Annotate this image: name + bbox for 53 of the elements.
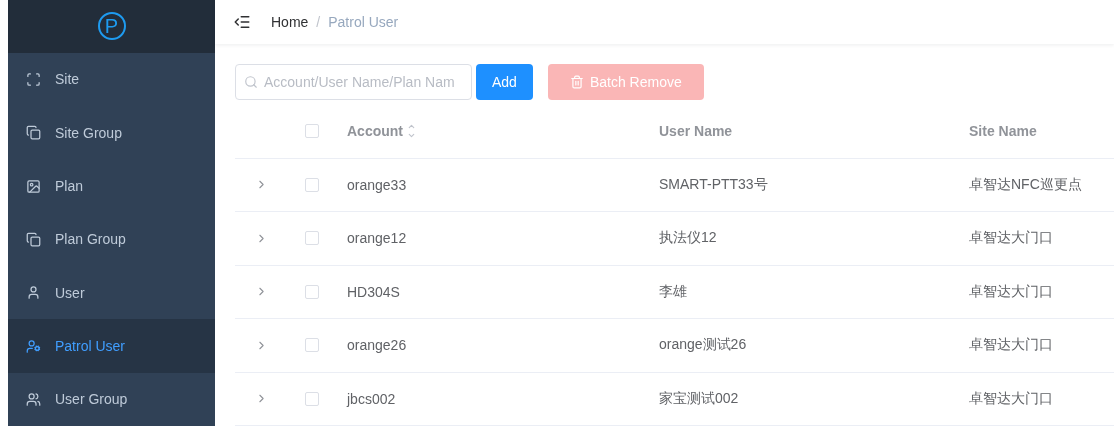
breadcrumb-item[interactable]: Home xyxy=(271,13,309,30)
table-cell-text: orange12 xyxy=(347,230,408,247)
sidebar-item-label: Site Group xyxy=(55,124,122,141)
table-cell-text: HD304S xyxy=(347,283,401,300)
add-button[interactable]: Add xyxy=(476,63,533,100)
checkbox[interactable] xyxy=(305,231,319,246)
table-cell-text: jbcs002 xyxy=(347,390,397,407)
sidebar-item[interactable]: Plan xyxy=(8,159,215,213)
table-cell-text: 卓智达大门口 xyxy=(969,282,1054,301)
copy-icon xyxy=(26,125,41,141)
table-cell-text: SMART-PTT33号 xyxy=(659,175,769,194)
table-cell-text: orange测试26 xyxy=(659,336,748,355)
sort-icon[interactable] xyxy=(407,122,416,140)
table-cell-text: orange26 xyxy=(347,337,408,354)
search-field[interactable]: Account/User Name/Plan Nam xyxy=(235,63,472,100)
user-gear-icon xyxy=(26,338,41,354)
table-cell-text: 执法仪12 xyxy=(659,229,718,248)
trash-icon xyxy=(569,74,584,89)
sidebar-item[interactable]: Plan Group xyxy=(8,212,215,267)
users-icon xyxy=(26,391,41,407)
logo: P xyxy=(97,12,126,41)
table-cell-text: 卓智达大门口 xyxy=(969,336,1054,355)
sidebar-item-label: Plan xyxy=(55,178,84,195)
breadcrumb-item: Patrol User xyxy=(328,13,399,30)
breadcrumb-separator: / xyxy=(316,13,321,30)
table-cell-text: 李雄 xyxy=(659,282,688,301)
sidebar-item[interactable]: Site Group xyxy=(8,106,215,160)
table-cell-text: 卓智达NFC巡更点 xyxy=(969,175,1083,194)
sidebar-item-label: Site xyxy=(55,71,80,88)
table-cell-text: 卓智达大门口 xyxy=(969,389,1054,408)
sidebar-item[interactable]: Patrol User xyxy=(8,319,215,373)
sidebar-item[interactable]: User xyxy=(8,266,215,320)
table-cell-text: orange33 xyxy=(347,176,408,193)
sidebar-item-label: User xyxy=(55,284,85,301)
user-icon xyxy=(26,285,41,301)
table-cell-text: 家宝测试002 xyxy=(659,389,740,408)
sidebar-item-label: User Group xyxy=(55,391,128,408)
search-icon xyxy=(244,74,258,89)
checkbox[interactable] xyxy=(305,177,319,192)
checkbox[interactable] xyxy=(305,124,319,138)
image-icon xyxy=(26,178,41,194)
checkbox[interactable] xyxy=(305,284,319,299)
sidebar-item-label: Patrol User xyxy=(55,338,126,355)
sidebar-item[interactable]: User Group xyxy=(8,372,215,426)
table-cell-text: 卓智达大门口 xyxy=(969,229,1054,248)
scan-frame-icon xyxy=(26,72,41,87)
sidebar-item[interactable]: Site xyxy=(8,52,215,107)
checkbox[interactable] xyxy=(305,391,319,406)
column-header: User Name xyxy=(659,123,734,139)
sidebar-item-label: Plan Group xyxy=(55,231,126,248)
copy-icon xyxy=(26,231,41,247)
checkbox[interactable] xyxy=(305,338,319,353)
column-header: Site Name xyxy=(969,123,1038,139)
